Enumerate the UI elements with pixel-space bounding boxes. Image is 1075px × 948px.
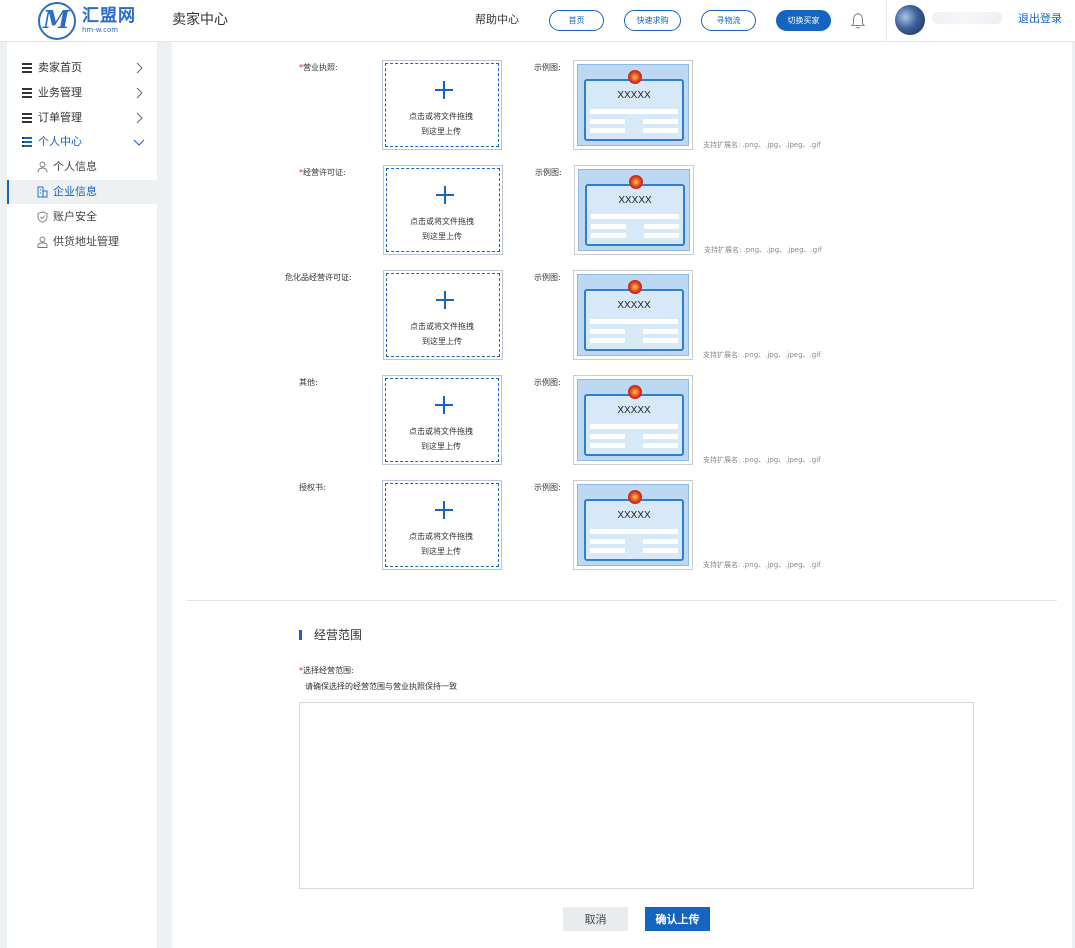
emblem-icon (628, 70, 642, 84)
shield-icon (37, 211, 48, 223)
sidebar: 卖家首页 业务管理 订单管理 个人中心 个人信息 企业信息 账户安全 供货地址管… (7, 42, 157, 948)
sidebar-item-orders[interactable]: 订单管理 (7, 106, 157, 130)
emblem-icon (629, 175, 643, 189)
upload-dropzone[interactable]: 点击或将文件拖拽 到这里上传 (382, 60, 502, 150)
plus-icon (435, 81, 453, 99)
switch-to-buyer-button[interactable]: 切换买家 (776, 10, 831, 31)
plus-icon (436, 186, 454, 204)
sample-image: XXXXX (573, 480, 693, 570)
section-title: 经营范围 (314, 628, 363, 642)
chevron-right-icon (136, 112, 143, 124)
sample-image: XXXXX (573, 375, 693, 465)
list-icon (22, 137, 32, 147)
sample-image: XXXXX (574, 165, 694, 255)
site-logo[interactable]: M 汇盟网 hm-w.com (38, 2, 158, 40)
extension-note: 支持扩展名: .png、.jpg、.jpeg、.gif (703, 561, 821, 569)
upload-dropzone[interactable]: 点击或将文件拖拽 到这里上传 (382, 375, 502, 465)
emblem-icon (628, 385, 642, 399)
header-divider (886, 0, 887, 42)
nav-quick-purchase-button[interactable]: 快速求购 (624, 10, 681, 31)
building-icon (37, 186, 48, 198)
chevron-right-icon (136, 87, 143, 99)
top-header: M 汇盟网 hm-w.com 卖家中心 帮助中心 首页 快速求购 寻物流 切换买… (0, 0, 1075, 42)
sidebar-sub-personal-info[interactable]: 个人信息 (7, 155, 157, 179)
sidebar-item-seller-home[interactable]: 卖家首页 (7, 56, 157, 80)
username-blurred (932, 12, 1002, 24)
field-label: 危化品经营许可证: (285, 273, 352, 282)
logo-url: hm-w.com (82, 26, 119, 34)
sample-label: 示例图: (534, 63, 561, 72)
logout-link[interactable]: 退出登录 (1018, 12, 1062, 26)
sample-image: XXXXX (573, 270, 693, 360)
section-marker (299, 630, 302, 640)
form-row-operating-permit: *经营许可证: 点击或将文件拖拽 到这里上传 示例图: XXXXX 支持扩展名:… (172, 147, 1072, 255)
left-edge (0, 42, 7, 948)
form-row-business-license: *营业执照: 点击或将文件拖拽 到这里上传 示例图: XXXXX 支持扩展名: … (172, 42, 1072, 150)
sample-label: 示例图: (535, 168, 562, 177)
user-icon (37, 161, 48, 173)
sidebar-sub-account-security[interactable]: 账户安全 (7, 205, 157, 229)
location-user-icon (37, 236, 48, 248)
main-content: *营业执照: 点击或将文件拖拽 到这里上传 示例图: XXXXX 支持扩展名: … (172, 42, 1072, 948)
plus-icon (435, 501, 453, 519)
sidebar-sub-company-info[interactable]: 企业信息 (7, 180, 157, 204)
sample-image: XXXXX (573, 60, 693, 150)
list-icon (22, 88, 32, 98)
form-row-hazardous-chemicals-permit: 危化品经营许可证: 点击或将文件拖拽 到这里上传 示例图: XXXXX 支持扩展… (172, 252, 1072, 360)
sample-label: 示例图: (534, 483, 561, 492)
page-title: 卖家中心 (172, 12, 228, 28)
nav-home-button[interactable]: 首页 (549, 10, 604, 31)
field-label: *经营许可证: (299, 168, 346, 177)
emblem-icon (628, 490, 642, 504)
business-scope-selector[interactable] (299, 702, 974, 889)
list-icon (22, 63, 32, 73)
scope-hint: 请确保选择的经营范围与营业执照保持一致 (305, 682, 457, 691)
bell-icon[interactable] (850, 12, 866, 30)
section-divider (187, 600, 1057, 601)
sample-label: 示例图: (534, 273, 561, 282)
form-row-authorization-letter: 授权书: 点击或将文件拖拽 到这里上传 示例图: XXXXX 支持扩展名: .p… (172, 462, 1072, 570)
nav-logistics-button[interactable]: 寻物流 (701, 10, 756, 31)
form-row-other: 其他: 点击或将文件拖拽 到这里上传 示例图: XXXXX 支持扩展名: .pn… (172, 357, 1072, 465)
avatar[interactable] (895, 5, 925, 35)
list-icon (22, 113, 32, 123)
upload-dropzone[interactable]: 点击或将文件拖拽 到这里上传 (383, 165, 503, 255)
emblem-icon (628, 280, 642, 294)
confirm-upload-button[interactable]: 确认上传 (645, 907, 710, 931)
field-label: *营业执照: (299, 63, 338, 72)
scope-field-label: *选择经营范围: (299, 666, 354, 675)
sidebar-item-business[interactable]: 业务管理 (7, 81, 157, 105)
upload-dropzone[interactable]: 点击或将文件拖拽 到这里上传 (382, 480, 502, 570)
logo-name: 汇盟网 (82, 6, 136, 26)
field-label: 其他: (299, 378, 318, 387)
cancel-button[interactable]: 取消 (563, 907, 628, 931)
help-center-link[interactable]: 帮助中心 (475, 13, 519, 27)
sidebar-item-personal-center[interactable]: 个人中心 (7, 130, 157, 154)
field-label: 授权书: (299, 483, 326, 492)
plus-icon (435, 396, 453, 414)
sample-label: 示例图: (534, 378, 561, 387)
chevron-right-icon (136, 62, 143, 74)
upload-dropzone[interactable]: 点击或将文件拖拽 到这里上传 (383, 270, 503, 360)
plus-icon (436, 291, 454, 309)
content-gutter (157, 42, 172, 948)
chevron-down-icon (133, 139, 145, 146)
sidebar-sub-supply-address[interactable]: 供货地址管理 (7, 230, 157, 254)
